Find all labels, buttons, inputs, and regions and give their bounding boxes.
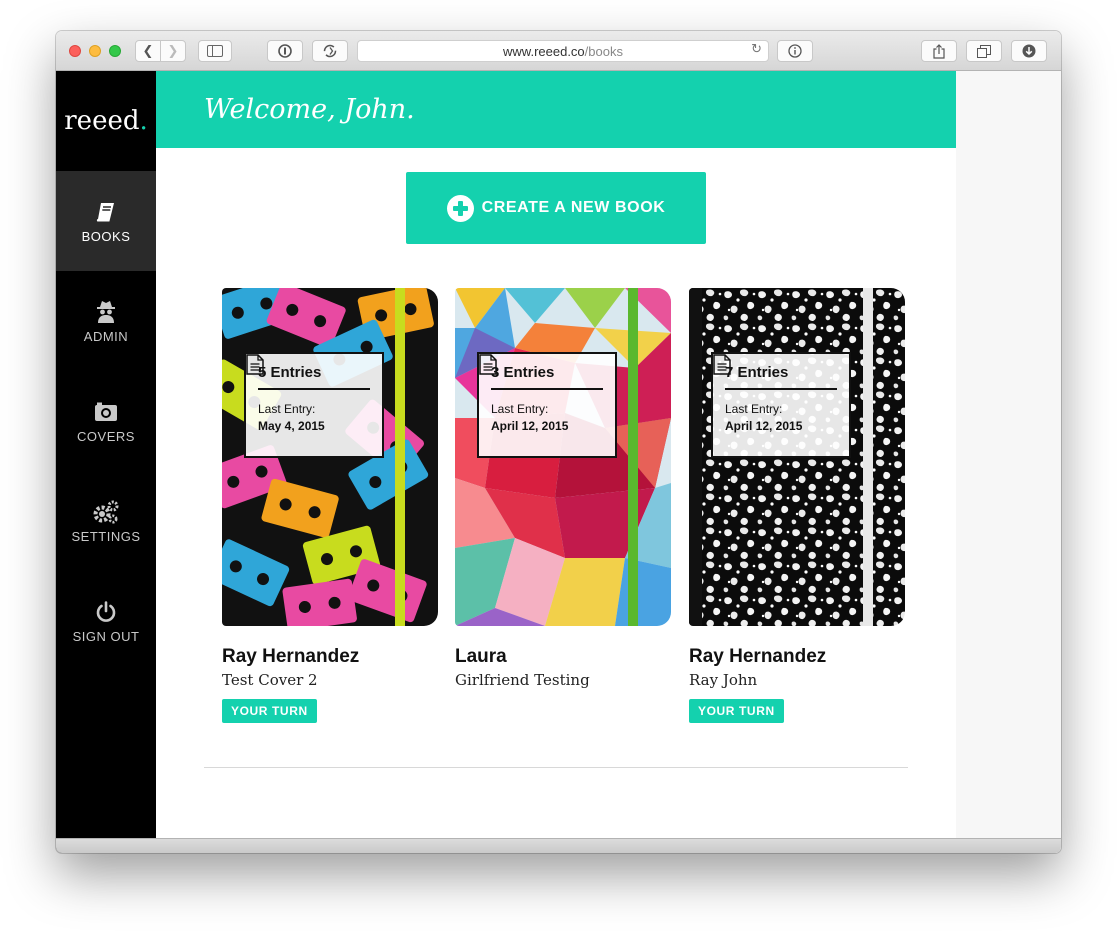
browser-window: ❮ ❯ www.reeed.co/books ↻ reeed . BOOKS A… [56, 31, 1061, 853]
sidebar-item-sign-out[interactable]: SIGN OUT [56, 571, 156, 671]
book-cover-geometric[interactable]: 3 Entries Last Entry: April 12, 2015 [455, 288, 671, 626]
tabs-icon [977, 44, 991, 58]
welcome-text: Welcome, John. [204, 94, 415, 125]
elastic-band [628, 288, 638, 626]
plus-circle-icon [446, 194, 474, 222]
camera-icon [95, 402, 117, 421]
gears-icon [93, 500, 119, 524]
book-info-card: 3 Entries Last Entry: April 12, 2015 [477, 352, 617, 458]
create-button-label: CREATE A NEW BOOK [481, 199, 666, 216]
sidebar-toggle-button[interactable] [198, 40, 232, 62]
tabs-overview-button[interactable] [966, 40, 1002, 62]
download-icon [1022, 44, 1036, 58]
book-title: Test Cover 2 [222, 671, 318, 689]
book-title: Girlfriend Testing [455, 671, 590, 689]
address-bar[interactable]: www.reeed.co/books ↻ [357, 40, 769, 62]
your-turn-badge: YOUR TURN [222, 699, 317, 723]
last-entry-label: Last Entry: [491, 402, 549, 416]
downloads-button[interactable] [1011, 40, 1047, 62]
sidebar-item-books[interactable]: BOOKS [56, 171, 156, 271]
entries-count: 7 Entries [725, 364, 789, 381]
book-card[interactable]: 3 Entries Last Entry: April 12, 2015 Lau… [455, 288, 671, 689]
sidebar-item-label: COVERS [77, 428, 135, 444]
book-owner-name[interactable]: Laura [455, 646, 671, 668]
sidebar-item-label: BOOKS [81, 228, 131, 244]
sidebar-item-covers[interactable]: COVERS [56, 371, 156, 471]
create-new-book-button[interactable]: CREATE A NEW BOOK [406, 172, 706, 244]
info-icon [788, 44, 802, 58]
url-path: /books [584, 43, 623, 59]
logo-text: reeed [64, 106, 140, 136]
main-content: Welcome, John. CREATE A NEW BOOK 5 Entri… [156, 71, 956, 853]
sidebar-item-label: ADMIN [83, 328, 129, 344]
app-logo[interactable]: reeed. [56, 71, 156, 171]
password-extension-button[interactable] [267, 40, 303, 62]
book-cover-cassette[interactable]: 5 Entries Last Entry: May 4, 2015 [222, 288, 438, 626]
entries-count: 3 Entries [491, 364, 555, 381]
minimize-window-button[interactable] [89, 45, 101, 57]
elastic-band [863, 288, 873, 626]
spy-icon [97, 300, 115, 323]
book-owner-name[interactable]: Ray Hernandez [222, 646, 438, 668]
elastic-band [395, 288, 405, 626]
sidebar-item-label: SETTINGS [71, 528, 141, 544]
close-window-button[interactable] [69, 45, 81, 57]
sidebar-item-settings[interactable]: SETTINGS [56, 471, 156, 571]
welcome-banner: Welcome, John. [156, 71, 956, 148]
sidebar-item-admin[interactable]: ADMIN [56, 271, 156, 371]
onepassword-icon [278, 44, 292, 58]
chevron-right-icon: ❯ [167, 43, 179, 59]
chevron-left-icon: ❮ [142, 43, 154, 59]
book-cover-composition[interactable]: 7 Entries Last Entry: April 12, 2015 [689, 288, 905, 626]
your-turn-badge: YOUR TURN [689, 699, 784, 723]
last-entry-date: April 12, 2015 [491, 419, 569, 433]
sidebar-icon [207, 45, 223, 57]
document-icon [713, 354, 731, 375]
logo-dot: . [139, 106, 148, 136]
zoom-window-button[interactable] [109, 45, 121, 57]
book-card[interactable]: 7 Entries Last Entry: April 12, 2015 Ray… [689, 288, 905, 723]
book-title: Ray John [689, 671, 758, 689]
last-entry-date: May 4, 2015 [258, 419, 325, 433]
book-info-card: 5 Entries Last Entry: May 4, 2015 [244, 352, 384, 458]
book-info-card: 7 Entries Last Entry: April 12, 2015 [711, 352, 851, 458]
page-gutter [956, 71, 1061, 853]
book-icon [96, 202, 114, 221]
last-entry-label: Last Entry: [725, 402, 783, 416]
entries-count: 5 Entries [258, 364, 322, 381]
page-info-button[interactable] [777, 40, 813, 62]
back-button[interactable]: ❮ [135, 40, 161, 62]
section-divider [204, 767, 908, 768]
window-bottom-bar [56, 838, 1061, 853]
book-owner-name[interactable]: Ray Hernandez [689, 646, 905, 668]
last-entry-date: April 12, 2015 [725, 419, 803, 433]
document-icon [479, 354, 497, 375]
reload-icon[interactable]: ↻ [751, 42, 762, 57]
sync-extension-button[interactable] [312, 40, 348, 62]
share-icon [933, 43, 945, 59]
sidebar-item-label: SIGN OUT [72, 628, 140, 644]
sync-icon [323, 44, 337, 58]
document-icon [246, 354, 264, 375]
url-domain: www.reeed.co [503, 43, 585, 59]
power-icon [96, 600, 116, 622]
last-entry-label: Last Entry: [258, 402, 316, 416]
browser-toolbar: ❮ ❯ www.reeed.co/books ↻ [56, 31, 1061, 71]
forward-button[interactable]: ❯ [160, 40, 186, 62]
app-sidebar: reeed. BOOKS ADMIN COVERS SETTINGS SIGN … [56, 71, 156, 853]
share-button[interactable] [921, 40, 957, 62]
book-card[interactable]: 5 Entries Last Entry: May 4, 2015 Ray He… [222, 288, 438, 723]
